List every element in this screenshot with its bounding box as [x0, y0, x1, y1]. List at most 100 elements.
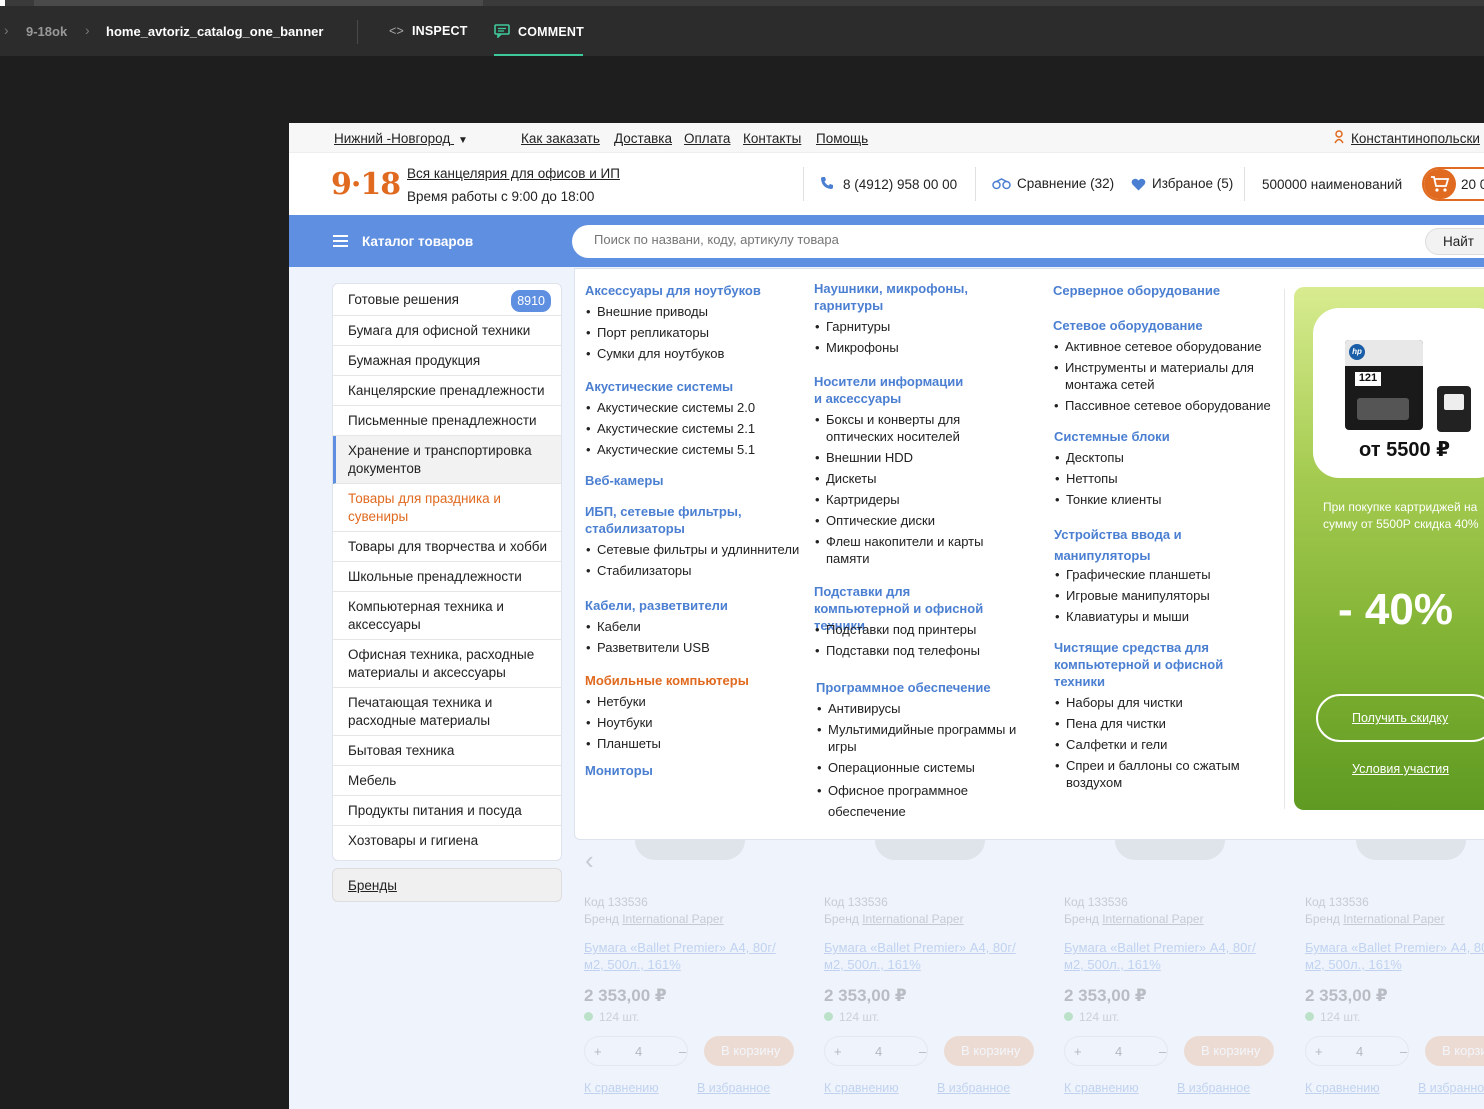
to-compare-link[interactable]: К сравнению — [1305, 1081, 1380, 1095]
subcategory-link[interactable]: Подставки под телефоны — [815, 642, 980, 659]
brand-link[interactable]: International Paper — [862, 912, 963, 926]
subcategory-link[interactable]: Внешнии HDD — [815, 449, 913, 466]
compare-link[interactable]: Сравнение (32) — [1017, 176, 1114, 191]
subcategory-link[interactable]: Инструменты и материалы для монтажа сете… — [1054, 359, 1260, 393]
promo-banner[interactable]: hp 121 от 5500 ₽ При покупке картриджей … — [1294, 287, 1484, 810]
subcategory-link[interactable]: Акустические системы 2.0 — [586, 399, 755, 416]
add-to-cart-button[interactable]: В корзину — [704, 1036, 794, 1066]
cart-button[interactable]: 20 0 — [1422, 167, 1484, 201]
quantity-stepper[interactable]: +4– — [1064, 1036, 1168, 1066]
subcategory-link[interactable]: Картридеры — [815, 491, 900, 508]
tab-inspect[interactable]: <> INSPECT — [389, 24, 468, 38]
subcategory-link[interactable]: Тонкие клиенты — [1055, 491, 1161, 508]
add-to-cart-button[interactable]: В корзину — [1425, 1036, 1484, 1066]
sidebar-item-storage[interactable]: Хранение и транспортировка документов — [333, 436, 561, 484]
subcategory-link[interactable]: Планшеты — [586, 735, 661, 752]
sidebar-item-computers[interactable]: Компьютерная техника и аксессуары — [333, 592, 561, 640]
link-how-to-order[interactable]: Как заказать — [521, 131, 600, 146]
subcategory-link[interactable]: Оптические диски — [815, 512, 935, 529]
subcategory-link[interactable]: Акустические системы 5.1 — [586, 441, 755, 458]
subcategory-link[interactable]: Неттопы — [1055, 470, 1117, 487]
subcategory-link[interactable]: Разветвители USB — [586, 639, 710, 656]
quantity-stepper[interactable]: +4– — [1305, 1036, 1409, 1066]
category-link[interactable]: Серверное оборудование — [1053, 282, 1220, 299]
category-link[interactable]: Устройства ввода и манипуляторы — [1054, 524, 1194, 566]
subcategory-link[interactable]: Офисное программное обеспечение — [817, 780, 978, 822]
subcategory-link[interactable]: Боксы и конверты для оптических носителе… — [815, 411, 996, 445]
sidebar-item-appliances[interactable]: Бытовая техника — [333, 736, 561, 766]
sidebar-item-holiday[interactable]: Товары для праздника и сувениры — [333, 484, 561, 532]
subcategory-link[interactable]: Салфетки и гели — [1055, 736, 1167, 753]
link-payment[interactable]: Оплата — [684, 131, 730, 146]
subcategory-link[interactable]: Кабели — [586, 618, 641, 635]
sidebar-item-office-equipment[interactable]: Офисная техника, расходные материалы и а… — [333, 640, 561, 688]
to-favorites-link[interactable]: В избранное — [937, 1081, 1010, 1095]
sidebar-item-office-paper[interactable]: Бумага для офисной техники — [333, 316, 561, 346]
subcategory-link[interactable]: Антивирусы — [817, 700, 900, 717]
category-link[interactable]: Кабели, разветвители — [585, 597, 728, 614]
subcategory-link[interactable]: Игровые манипуляторы — [1055, 587, 1210, 604]
breadcrumb-screen[interactable]: home_avtoriz_catalog_one_banner — [106, 24, 323, 39]
sidebar-item-writing[interactable]: Письменные пренадлежности — [333, 406, 561, 436]
catalog-button[interactable]: Каталог товаров — [362, 234, 473, 249]
link-contacts[interactable]: Контакты — [743, 131, 801, 146]
sidebar-item-ready-solutions[interactable]: Готовые решения 8910 — [333, 284, 561, 316]
subcategory-link[interactable]: Графические планшеты — [1055, 566, 1211, 583]
subcategory-link[interactable]: Стабилизаторы — [586, 562, 691, 579]
sidebar-item-stationery[interactable]: Канцелярские пренадлежности — [333, 376, 561, 406]
subcategory-link[interactable]: Десктопы — [1055, 449, 1124, 466]
search-input[interactable] — [594, 232, 1294, 247]
to-compare-link[interactable]: К сравнению — [584, 1081, 659, 1095]
get-discount-button[interactable]: Получить скидку — [1316, 694, 1484, 742]
product-name[interactable]: Бумага «Ballet Premier» А4, 80г/м2, 500л… — [1064, 939, 1264, 973]
menu-icon[interactable] — [333, 235, 348, 247]
link-help[interactable]: Помощь — [816, 131, 868, 146]
subcategory-link[interactable]: Клавиатуры и мыши — [1055, 608, 1189, 625]
product-name[interactable]: Бумага «Ballet Premier» А4, 80г/м2, 500л… — [1305, 939, 1484, 973]
category-link[interactable]: Носители информации и аксессуары — [814, 373, 964, 407]
phone-number[interactable]: 8 (4912) 958 00 00 — [843, 177, 957, 192]
brand-link[interactable]: International Paper — [622, 912, 723, 926]
brand-link[interactable]: International Paper — [1343, 912, 1444, 926]
sidebar-item-food[interactable]: Продукты питания и посуда — [333, 796, 561, 826]
sidebar-item-paper-products[interactable]: Бумажная продукция — [333, 346, 561, 376]
subcategory-link[interactable]: Дискеты — [815, 470, 876, 487]
top-strip-tab[interactable] — [0, 0, 5, 6]
subcategory-link[interactable]: Микрофоны — [815, 339, 899, 356]
category-link[interactable]: ИБП, сетевые фильтры, стабилизаторы — [585, 503, 755, 537]
subcategory-link[interactable]: Мультимидийные программы и игры — [817, 721, 1023, 755]
category-link[interactable]: Акустические системы — [585, 378, 733, 395]
search-button[interactable]: Найт — [1425, 228, 1484, 255]
to-favorites-link[interactable]: В избранное — [1418, 1081, 1484, 1095]
subcategory-link[interactable]: Сетевые фильтры и удлиннители — [586, 541, 799, 558]
brands-button[interactable]: Бренды — [332, 868, 562, 902]
subcategory-link[interactable]: Флеш накопители и карты памяти — [815, 533, 991, 567]
sidebar-item-furniture[interactable]: Мебель — [333, 766, 561, 796]
category-link[interactable]: Мобильные компьютеры — [585, 672, 749, 689]
subcategory-link[interactable]: Спреи и баллоны со сжатым воздухом — [1055, 757, 1246, 791]
to-compare-link[interactable]: К сравнению — [1064, 1081, 1139, 1095]
link-delivery[interactable]: Доставка — [614, 131, 672, 146]
product-name[interactable]: Бумага «Ballet Premier» А4, 80г/м2, 500л… — [584, 939, 784, 973]
category-link[interactable]: Веб-камеры — [585, 472, 663, 489]
user-name-link[interactable]: Константинопольски — [1351, 131, 1480, 146]
subcategory-link[interactable]: Пассивное сетевое оборудование — [1054, 397, 1271, 414]
subcategory-link[interactable]: Внешние приводы — [586, 303, 708, 320]
subcategory-link[interactable]: Порт репликаторы — [586, 324, 709, 341]
subcategory-link[interactable]: Активное сетевое оборудование — [1054, 338, 1262, 355]
subcategory-link[interactable]: Подставки под принтеры — [815, 621, 976, 638]
conditions-link[interactable]: Условия участия — [1352, 762, 1449, 776]
to-compare-link[interactable]: К сравнению — [824, 1081, 899, 1095]
category-link[interactable]: Программное обеспечение — [816, 679, 991, 696]
sidebar-item-printers[interactable]: Печатающая техника и расходные материалы — [333, 688, 561, 736]
subcategory-link[interactable]: Наборы для чистки — [1055, 694, 1183, 711]
site-logo[interactable]: 9·18 — [331, 167, 401, 202]
category-link[interactable]: Наушники, микрофоны, гарнитуры — [814, 280, 984, 314]
city-selector[interactable]: Нижний -Новгород ▼ — [334, 131, 468, 146]
category-link[interactable]: Мониторы — [585, 762, 653, 779]
tab-comment[interactable]: COMMENT — [494, 24, 584, 39]
subcategory-link[interactable]: Операционные системы — [817, 759, 975, 776]
subcategory-link[interactable]: Пена для чистки — [1055, 715, 1166, 732]
brand-link[interactable]: International Paper — [1102, 912, 1203, 926]
favorites-link[interactable]: Избраное (5) — [1152, 176, 1233, 191]
